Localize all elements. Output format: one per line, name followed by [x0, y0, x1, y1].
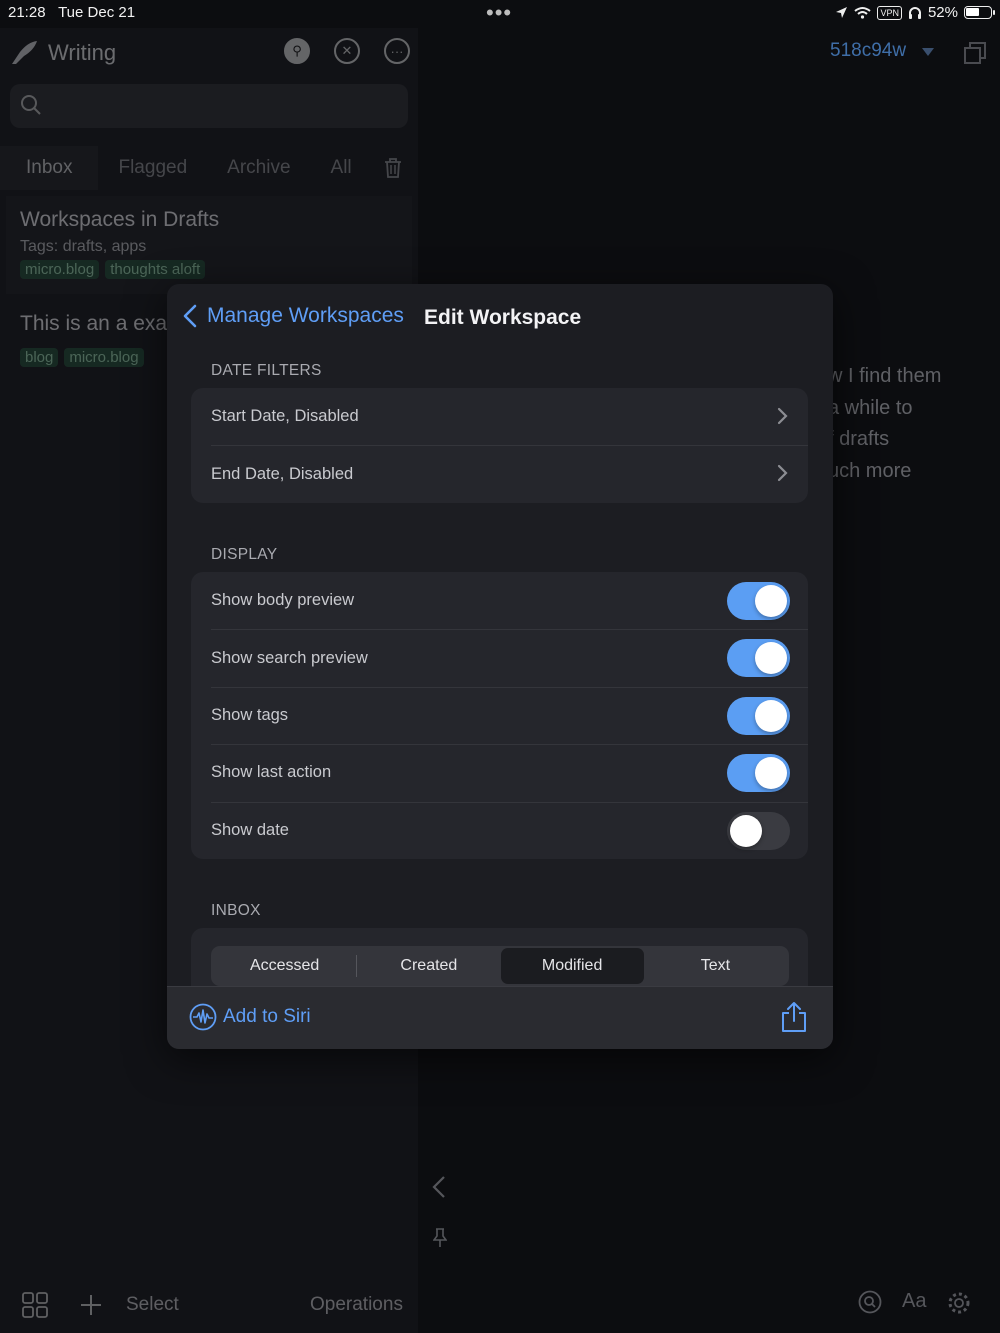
row-label: End Date, Disabled	[211, 464, 354, 483]
drafts-search-input[interactable]	[10, 84, 408, 128]
sheet-nav-bar: Manage Workspaces Edit Workspace	[167, 284, 833, 350]
show-search-preview-toggle[interactable]	[727, 639, 790, 678]
add-to-siri-label: Add to Siri	[223, 1006, 311, 1027]
section-header-inbox: INBOX	[211, 902, 261, 919]
status-bar: 21:28 Tue Dec 21 ••• VPN 52%	[0, 0, 1000, 28]
tab-flagged[interactable]: Flagged	[98, 146, 207, 190]
battery-icon	[964, 6, 995, 19]
chevron-left-icon	[183, 304, 197, 328]
vpn-badge: VPN	[877, 5, 902, 20]
back-button[interactable]: Manage Workspaces	[183, 304, 404, 328]
show-body-preview-toggle[interactable]	[727, 582, 790, 620]
show-search-preview-row: Show search preview	[191, 629, 808, 686]
tag-chip: micro.blog	[20, 260, 100, 279]
quill-icon[interactable]	[10, 40, 38, 66]
section-header-display: DISPLAY	[211, 546, 278, 563]
status-right: VPN 52%	[835, 4, 995, 21]
start-date-row[interactable]: Start Date, Disabled	[191, 388, 808, 445]
inbox-sort-segmented-control: Accessed Created Modified Text	[211, 946, 789, 986]
multitasking-dots[interactable]: •••	[486, 0, 512, 26]
row-label: Start Date, Disabled	[211, 407, 359, 426]
show-tags-row: Show tags	[191, 686, 808, 744]
segment-created[interactable]: Created	[357, 948, 500, 984]
list-tabs: Inbox Flagged Archive All	[0, 146, 418, 190]
operations-button[interactable]: Operations	[310, 1294, 403, 1316]
trash-icon[interactable]	[384, 158, 402, 178]
segment-text[interactable]: Text	[644, 948, 787, 984]
gear-icon[interactable]	[946, 1290, 972, 1316]
font-button[interactable]: Aa	[902, 1290, 926, 1316]
editor-body[interactable]: w I find them a while to f drafts uch more	[828, 361, 941, 487]
draft-title: Workspaces in Drafts	[20, 208, 220, 231]
sheet-scroll-content[interactable]: DATE FILTERS Start Date, Disabled End Da…	[167, 350, 833, 986]
share-icon[interactable]	[781, 1001, 807, 1033]
show-date-row: Show date	[191, 801, 808, 859]
sheet-title: Edit Workspace	[424, 306, 582, 329]
plus-icon[interactable]	[80, 1294, 102, 1316]
tag-chip: micro.blog	[64, 348, 144, 367]
row-label: Show tags	[211, 705, 289, 724]
show-last-action-row: Show last action	[191, 744, 808, 801]
draft-hash[interactable]: 518c94w	[830, 40, 906, 62]
show-date-toggle[interactable]	[727, 811, 790, 850]
tab-inbox[interactable]: Inbox	[0, 146, 99, 190]
show-last-action-toggle[interactable]	[727, 754, 790, 793]
more-icon[interactable]: ···	[384, 38, 410, 64]
sheet-footer-toolbar: Add to Siri	[167, 986, 833, 1049]
workspace-title[interactable]: Writing	[48, 40, 116, 66]
add-to-siri-button[interactable]: Add to Siri	[189, 1003, 311, 1031]
tab-all[interactable]: All	[311, 146, 372, 190]
chevron-right-icon	[777, 407, 788, 425]
search-icon[interactable]: ⚲	[284, 38, 310, 64]
search-icon	[21, 95, 41, 115]
status-time: 21:28 Tue Dec 21	[8, 4, 136, 21]
location-icon	[836, 7, 848, 18]
row-label: Show last action	[211, 763, 332, 782]
tag-chip: blog	[20, 348, 59, 367]
tab-archive[interactable]: Archive	[207, 146, 310, 190]
tag-chip: thoughts aloft	[105, 260, 206, 279]
headphones-icon	[908, 6, 921, 19]
select-button[interactable]: Select	[126, 1294, 179, 1316]
show-tags-toggle[interactable]	[727, 696, 790, 735]
row-label: Show search preview	[211, 648, 368, 667]
workspace-header: Writing ⚲ ✕ ···	[10, 38, 410, 68]
siri-waveform-icon	[189, 1003, 217, 1031]
row-label: Show body preview	[211, 591, 355, 610]
chevron-right-icon	[777, 465, 788, 482]
clear-icon[interactable]: ✕	[334, 38, 360, 64]
display-group: Show body preview Show search preview Sh…	[191, 572, 808, 859]
chevron-left-icon[interactable]	[432, 1176, 446, 1198]
end-date-row[interactable]: End Date, Disabled	[191, 445, 808, 502]
draft-tags-line: Tags: drafts, apps	[20, 238, 147, 255]
segment-accessed[interactable]: Accessed	[213, 948, 356, 984]
header-icons: ⚲ ✕ ···	[284, 38, 410, 64]
search-icon[interactable]	[858, 1290, 882, 1314]
grid-icon[interactable]	[22, 1291, 48, 1318]
date-filters-group: Start Date, Disabled End Date, Disabled	[191, 388, 808, 503]
battery-percent: 52%	[927, 4, 958, 21]
pin-icon[interactable]	[433, 1228, 447, 1248]
wifi-icon	[854, 7, 872, 19]
back-label: Manage Workspaces	[207, 304, 404, 327]
copy-icon[interactable]	[964, 42, 986, 64]
section-header-date-filters: DATE FILTERS	[211, 362, 322, 379]
editor-bottom-toolbar: Aa	[858, 1290, 972, 1316]
show-body-preview-row: Show body preview	[191, 572, 808, 629]
edit-workspace-sheet: Manage Workspaces Edit Workspace DATE FI…	[167, 284, 833, 1049]
segment-modified[interactable]: Modified	[500, 948, 644, 984]
row-label: Show date	[211, 820, 289, 839]
list-bottom-toolbar: Select Operations	[0, 1276, 418, 1333]
draft-list-item[interactable]: Workspaces in Drafts Tags: drafts, apps …	[6, 196, 412, 294]
chevron-down-icon[interactable]	[922, 48, 934, 56]
